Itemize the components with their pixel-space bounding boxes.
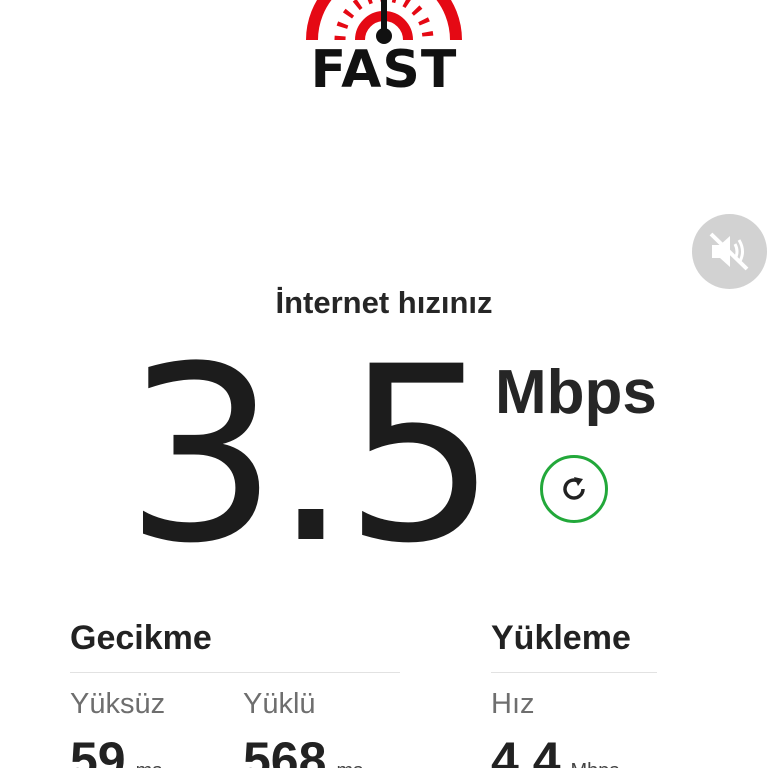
unloaded-latency-label: Yüksüz <box>70 688 166 720</box>
refresh-icon <box>563 477 585 500</box>
upload-title: Yükleme <box>491 619 631 657</box>
speaker-muted-icon <box>709 232 749 271</box>
latency-divider <box>70 672 400 673</box>
logo-wordmark: FAST <box>310 40 458 100</box>
upload-speed-label: Hız <box>491 688 535 720</box>
loaded-latency-unit: ms <box>336 760 363 768</box>
speed-units: Mbps <box>495 358 657 427</box>
upload-speed-number: 4.4 <box>491 732 561 768</box>
loaded-latency-number: 568 <box>243 732 327 768</box>
upload-speed-unit: Mbps <box>571 760 620 768</box>
loaded-latency-value: 568 ms <box>243 732 363 768</box>
loaded-latency-label: Yüklü <box>243 688 316 720</box>
mute-button[interactable] <box>692 214 767 289</box>
upload-speed-value: 4.4 Mbps <box>491 732 619 768</box>
speed-value: 3.5 <box>124 315 498 597</box>
latency-title: Gecikme <box>70 619 212 657</box>
upload-divider <box>491 672 657 673</box>
unloaded-latency-unit: ms <box>136 760 163 768</box>
refresh-button[interactable] <box>540 455 608 523</box>
unloaded-latency-number: 59 <box>70 732 126 768</box>
fast-logo[interactable]: FAST <box>300 0 468 102</box>
unloaded-latency-value: 59 ms <box>70 732 162 768</box>
